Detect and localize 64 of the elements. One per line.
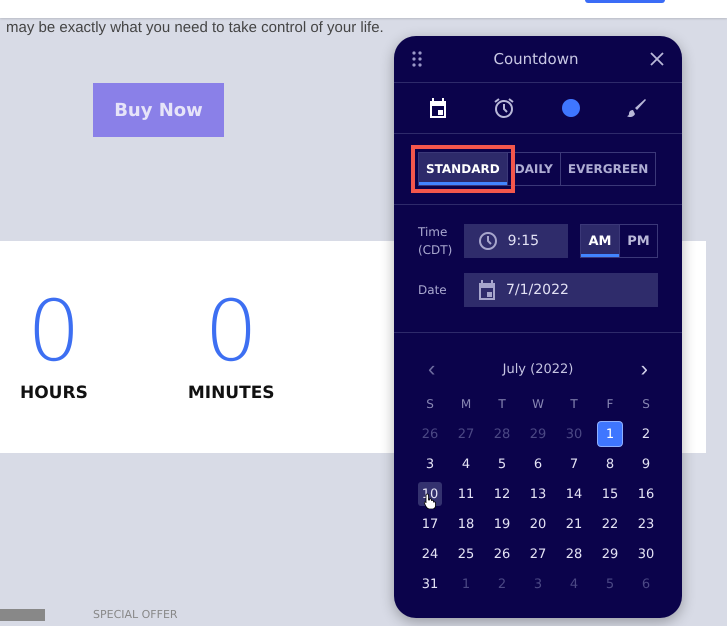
countdown-unit: HOURS xyxy=(20,383,88,403)
calendar-day[interactable]: 24 xyxy=(418,542,442,566)
weekday-label: W xyxy=(531,396,545,413)
calendar-day[interactable]: 16 xyxy=(634,482,658,506)
calendar-day[interactable]: 28 xyxy=(562,542,586,566)
meridiem-toggle[interactable]: PM xyxy=(619,225,657,257)
panel-title: Countdown xyxy=(493,50,579,68)
calendar-day[interactable]: 26 xyxy=(490,542,514,566)
weekday-label: S xyxy=(641,396,651,413)
mode-tab[interactable]: EVERGREEN xyxy=(560,153,656,185)
calendar-day[interactable]: 15 xyxy=(598,482,622,506)
alarm-clock-icon xyxy=(493,97,515,119)
calendar-day[interactable]: 17 xyxy=(418,512,442,536)
calendar-day[interactable]: 31 xyxy=(418,572,442,596)
calendar-day[interactable]: 6 xyxy=(526,452,550,476)
countdown-unit: MINUTES xyxy=(188,383,275,403)
calendar-icon xyxy=(429,98,447,118)
calendar-icon xyxy=(478,280,496,300)
weekday-label: T xyxy=(497,396,507,413)
calendar-day[interactable]: 23 xyxy=(634,512,658,536)
next-month-button[interactable]: › xyxy=(636,356,652,382)
weekday-label: F xyxy=(606,396,614,413)
calendar-day[interactable]: 19 xyxy=(490,512,514,536)
calendar-day[interactable]: 13 xyxy=(526,482,550,506)
calendar-day[interactable]: 21 xyxy=(562,512,586,536)
calendar-day[interactable]: 18 xyxy=(454,512,478,536)
drag-handle-icon[interactable] xyxy=(412,51,422,67)
calendar-day[interactable]: 1 xyxy=(598,422,622,446)
countdown-value: 0 xyxy=(204,289,258,373)
time-label: Time (CDT) xyxy=(418,224,454,259)
mode-tab[interactable]: STANDARD xyxy=(419,153,507,185)
calendar-day[interactable]: 22 xyxy=(598,512,622,536)
calendar-day[interactable]: 9 xyxy=(634,452,658,476)
previous-month-button[interactable]: ‹ xyxy=(424,356,440,382)
clock-icon xyxy=(478,231,498,251)
calendar-day[interactable]: 20 xyxy=(526,512,550,536)
mode-tab[interactable]: DAILY xyxy=(506,153,560,185)
calendar-day[interactable]: 8 xyxy=(598,452,622,476)
close-icon[interactable] xyxy=(650,52,664,66)
time-field[interactable]: 9:15 xyxy=(464,224,568,258)
color-circle-icon xyxy=(561,98,581,118)
calendar-day[interactable]: 14 xyxy=(562,482,586,506)
intro-text: may be exactly what you need to take control of your life. xyxy=(6,19,385,37)
calendar-day[interactable]: 5 xyxy=(490,452,514,476)
brush-icon xyxy=(627,98,647,118)
calendar-day[interactable]: 11 xyxy=(454,482,478,506)
calendar-day[interactable]: 3 xyxy=(418,452,442,476)
weekday-label: S xyxy=(425,396,435,413)
date-field[interactable]: 7/1/2022 xyxy=(464,273,658,307)
weekday-label: M xyxy=(460,396,472,413)
meridiem-toggle[interactable]: AM xyxy=(581,225,619,257)
calendar-day[interactable]: 30 xyxy=(634,542,658,566)
calendar-day[interactable]: 25 xyxy=(454,542,478,566)
calendar-day[interactable]: 4 xyxy=(454,452,478,476)
calendar-day[interactable]: 2 xyxy=(634,422,658,446)
calendar-day[interactable]: 27 xyxy=(526,542,550,566)
calendar-day[interactable]: 29 xyxy=(598,542,622,566)
section-label: SPECIAL OFFER xyxy=(93,608,178,621)
date-label: Date xyxy=(418,282,448,299)
weekday-label: T xyxy=(569,396,579,413)
countdown-value: 0 xyxy=(27,289,81,373)
calendar-day[interactable]: 7 xyxy=(562,452,586,476)
calendar-day[interactable]: 12 xyxy=(490,482,514,506)
month-title: July (2022) xyxy=(502,362,574,376)
